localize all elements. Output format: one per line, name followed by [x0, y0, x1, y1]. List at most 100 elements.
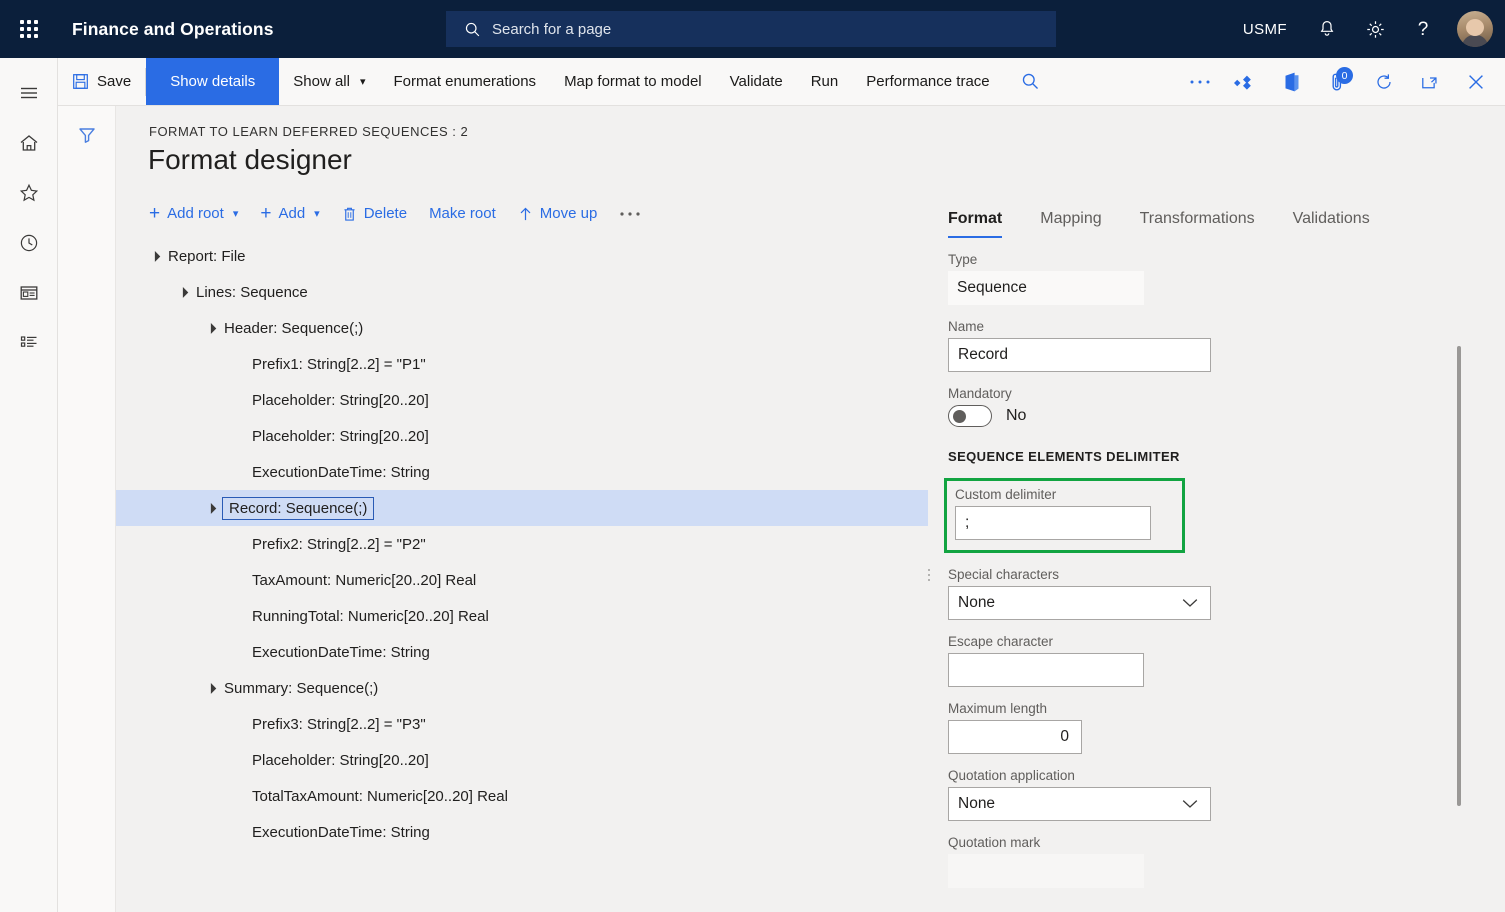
designer-action-toolbar: + Add root ▾ + Add ▾ Delete Make root Mo…: [138, 198, 652, 229]
tree-row[interactable]: ExecutionDateTime: String: [116, 454, 928, 490]
tree-expand-collapse-icon[interactable]: ◢: [174, 283, 192, 301]
show-all-button[interactable]: Show all ▾: [279, 58, 379, 105]
tree-expand-collapse-icon[interactable]: ◢: [202, 319, 220, 337]
make-root-button[interactable]: Make root: [418, 199, 507, 228]
maximum-length-input-wrap[interactable]: [948, 720, 1082, 754]
help-question-icon[interactable]: ?: [1399, 0, 1447, 58]
type-field: Type Sequence: [934, 252, 1505, 305]
performance-trace-label: Performance trace: [866, 73, 989, 90]
tree-row[interactable]: ◢Summary: Sequence(;): [116, 670, 928, 706]
tree-row[interactable]: Placeholder: String[20..20]: [116, 742, 928, 778]
quotation-application-select[interactable]: None: [948, 787, 1211, 821]
special-characters-select[interactable]: None: [948, 586, 1211, 620]
pane-splitter-handle[interactable]: [924, 238, 934, 912]
quotation-mark-value: [948, 854, 1144, 888]
add-root-button[interactable]: + Add root ▾: [138, 198, 249, 229]
tree-row-label: Lines: Sequence: [196, 284, 308, 301]
tree-row[interactable]: Prefix2: String[2..2] = "P2": [116, 526, 928, 562]
tree-row[interactable]: ◢Header: Sequence(;): [116, 310, 928, 346]
add-button[interactable]: + Add ▾: [249, 198, 330, 229]
add-label: Add: [278, 205, 305, 222]
tree-row-label: Report: File: [168, 248, 246, 265]
more-options-ellipsis-icon[interactable]: [1177, 58, 1223, 105]
tree-row[interactable]: Prefix1: String[2..2] = "P1": [116, 346, 928, 382]
refresh-icon[interactable]: [1361, 58, 1407, 105]
delete-button[interactable]: Delete: [331, 199, 418, 228]
tree-row[interactable]: TotalTaxAmount: Numeric[20..20] Real: [116, 778, 928, 814]
maximum-length-field[interactable]: Maximum length: [934, 701, 1505, 754]
close-icon[interactable]: [1453, 58, 1499, 105]
chevron-down-icon: [1182, 598, 1198, 608]
workspaces-icon[interactable]: [0, 268, 58, 318]
escape-character-input[interactable]: [958, 661, 1134, 679]
type-label: Type: [948, 252, 1505, 267]
notifications-bell-icon[interactable]: [1303, 0, 1351, 58]
quotation-application-field[interactable]: Quotation application None: [934, 768, 1505, 821]
tree-expand-collapse-icon[interactable]: ◢: [146, 247, 164, 265]
tree-row-label: Prefix3: String[2..2] = "P3": [252, 716, 426, 733]
special-characters-field[interactable]: Special characters None: [934, 567, 1505, 620]
name-input-wrap[interactable]: [948, 338, 1211, 372]
open-in-new-window-icon[interactable]: [1407, 58, 1453, 105]
user-avatar[interactable]: [1457, 11, 1493, 47]
tree-expand-collapse-icon[interactable]: ◢: [202, 679, 220, 697]
tab-transformations[interactable]: Transformations: [1140, 204, 1271, 238]
tree-row[interactable]: Placeholder: String[20..20]: [116, 418, 928, 454]
tab-format[interactable]: Format: [948, 204, 1018, 238]
tree-row[interactable]: ExecutionDateTime: String: [116, 634, 928, 670]
run-button[interactable]: Run: [797, 58, 853, 105]
escape-character-input-wrap[interactable]: [948, 653, 1144, 687]
tree-row[interactable]: TaxAmount: Numeric[20..20] Real: [116, 562, 928, 598]
run-label: Run: [811, 73, 839, 90]
tree-row[interactable]: RunningTotal: Numeric[20..20] Real: [116, 598, 928, 634]
tree-row[interactable]: ◢Lines: Sequence: [116, 274, 928, 310]
mandatory-toggle[interactable]: [948, 405, 992, 427]
app-launcher-waffle-icon[interactable]: [0, 0, 58, 58]
ellipsis-icon: [619, 210, 641, 218]
tab-mapping[interactable]: Mapping: [1040, 204, 1117, 238]
global-search-box[interactable]: Search for a page: [446, 11, 1056, 47]
settings-gear-icon[interactable]: [1351, 0, 1399, 58]
modules-list-icon[interactable]: [0, 318, 58, 368]
save-disk-icon: [72, 73, 89, 90]
tree-row[interactable]: Placeholder: String[20..20]: [116, 382, 928, 418]
custom-delimiter-input-wrap[interactable]: [955, 506, 1151, 540]
power-apps-icon[interactable]: [1223, 58, 1269, 105]
command-bar-right-icons: 0: [1177, 58, 1505, 105]
hamburger-menu-icon[interactable]: [0, 68, 58, 118]
tab-validations[interactable]: Validations: [1293, 204, 1386, 238]
properties-scrollbar-thumb[interactable]: [1457, 346, 1461, 806]
tree-row[interactable]: ◢Record: Sequence(;): [116, 490, 928, 526]
office-365-icon[interactable]: [1269, 58, 1315, 105]
tree-expand-collapse-icon[interactable]: ◢: [202, 499, 220, 517]
performance-trace-button[interactable]: Performance trace: [852, 58, 1003, 105]
maximum-length-input[interactable]: [958, 728, 1069, 746]
top-navigation-bar: Finance and Operations Search for a page…: [0, 0, 1505, 58]
show-details-button[interactable]: Show details: [146, 58, 279, 105]
move-up-button[interactable]: Move up: [507, 199, 609, 228]
tree-row[interactable]: ExecutionDateTime: String: [116, 814, 928, 850]
name-input[interactable]: [958, 346, 1201, 364]
filter-funnel-icon[interactable]: [70, 120, 104, 150]
escape-character-field[interactable]: Escape character: [934, 634, 1505, 687]
recent-clock-icon[interactable]: [0, 218, 58, 268]
tree-row[interactable]: Prefix3: String[2..2] = "P3": [116, 706, 928, 742]
home-icon[interactable]: [0, 118, 58, 168]
format-enumerations-button[interactable]: Format enumerations: [380, 58, 551, 105]
name-field[interactable]: Name: [934, 319, 1505, 372]
tree-row-label: TaxAmount: Numeric[20..20] Real: [252, 572, 476, 589]
company-selector[interactable]: USMF: [1227, 21, 1303, 38]
validate-button[interactable]: Validate: [716, 58, 797, 105]
custom-delimiter-input[interactable]: [965, 514, 1141, 532]
more-actions-ellipsis-button[interactable]: [608, 204, 652, 224]
custom-delimiter-highlight: Custom delimiter: [944, 478, 1185, 553]
format-tree[interactable]: ◢Report: File◢Lines: Sequence◢Header: Se…: [116, 238, 928, 912]
favorites-star-icon[interactable]: [0, 168, 58, 218]
command-search-icon[interactable]: [1008, 58, 1054, 105]
save-button[interactable]: Save: [58, 58, 145, 105]
make-root-label: Make root: [429, 205, 496, 222]
attachments-icon[interactable]: 0: [1315, 58, 1361, 105]
tree-row[interactable]: ◢Report: File: [116, 238, 928, 274]
map-format-to-model-button[interactable]: Map format to model: [550, 58, 716, 105]
show-all-label: Show all: [293, 73, 350, 90]
